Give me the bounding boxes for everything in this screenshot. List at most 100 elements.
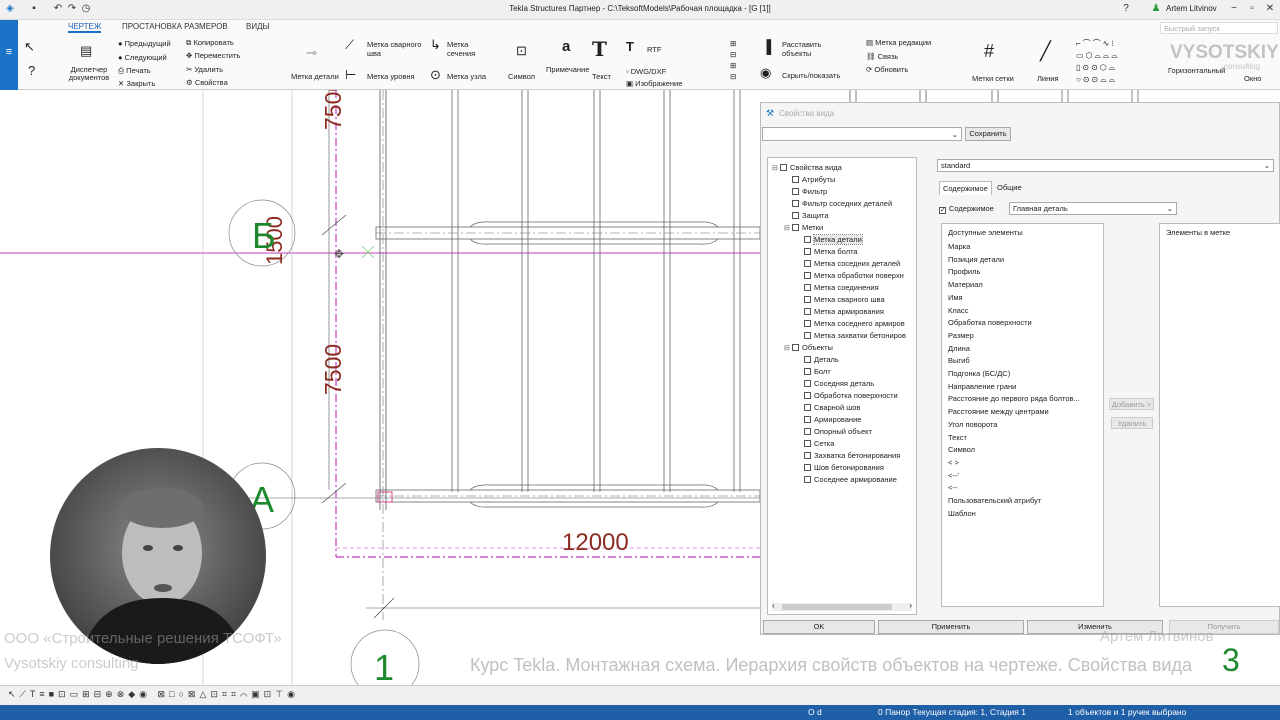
window-button[interactable]: Окно: [1244, 74, 1261, 83]
remove-button[interactable]: Удалить: [1111, 417, 1153, 429]
available-item[interactable]: Шаблон: [948, 509, 976, 518]
tree-item[interactable]: Метка соседнего армиров: [796, 318, 905, 329]
snap-tools[interactable]: ↖⟋T≡■⊡▭⊞⊟⊕⊗◆◉ ⊠□○⊠△⊡⌗⌗⌒▣⊡⊤◉: [8, 689, 299, 700]
scroll-left-icon[interactable]: ‹: [772, 601, 775, 610]
available-item[interactable]: Обработка поверхности: [948, 318, 1032, 327]
tree-checkbox[interactable]: [792, 344, 799, 351]
settings-dropdown[interactable]: ⌄: [762, 127, 962, 141]
tree-item[interactable]: Соседняя деталь: [796, 378, 874, 389]
tree-checkbox[interactable]: [804, 308, 811, 315]
user-name[interactable]: Artem Litvinov: [1166, 4, 1217, 13]
available-item[interactable]: Размер: [948, 331, 974, 340]
tree-checkbox[interactable]: [792, 224, 799, 231]
tree-expander-icon[interactable]: ⊟: [784, 223, 792, 234]
hide-show-button[interactable]: Скрыть/показать: [782, 71, 840, 80]
tree-item[interactable]: Сетка: [796, 438, 834, 449]
content-checkbox[interactable]: Содержимое: [939, 204, 994, 214]
tree-expander-icon[interactable]: ⊟: [772, 163, 780, 174]
tree-item[interactable]: ⊟ Метки: [784, 222, 823, 234]
tree-checkbox[interactable]: [804, 392, 811, 399]
level-mark-button[interactable]: Метка уровня: [367, 72, 415, 81]
available-item[interactable]: < >: [948, 458, 959, 467]
close-icon[interactable]: ✕: [1264, 3, 1276, 15]
tree-checkbox[interactable]: [804, 236, 811, 243]
line-button[interactable]: Линия: [1037, 74, 1059, 83]
tree-checkbox[interactable]: [804, 476, 811, 483]
image-button[interactable]: ▣ Изображение: [626, 79, 682, 88]
tree-item[interactable]: Обработка поверхности: [796, 390, 898, 401]
app-menu-button[interactable]: ≡: [0, 20, 18, 90]
add-button[interactable]: Добавить >: [1109, 398, 1154, 410]
tree-checkbox[interactable]: [804, 284, 811, 291]
tree-checkbox[interactable]: [792, 212, 799, 219]
tree-checkbox[interactable]: [804, 272, 811, 279]
tree-checkbox[interactable]: [804, 368, 811, 375]
available-item[interactable]: Класс: [948, 306, 968, 315]
available-item[interactable]: Материал: [948, 280, 983, 289]
tree-item[interactable]: Фильтр соседних деталей: [784, 198, 892, 209]
quick-launch-input[interactable]: Быстрый запуск: [1160, 22, 1278, 34]
available-item[interactable]: Выгиб: [948, 356, 970, 365]
tree-item[interactable]: Атрибуты: [784, 174, 835, 185]
close-drawing-button[interactable]: ✕ Закрыть: [118, 79, 155, 88]
tab-content[interactable]: Содержимое: [939, 181, 992, 195]
available-item[interactable]: <--: [948, 483, 957, 492]
content-dropdown[interactable]: Главная деталь ⌄: [1009, 202, 1177, 215]
tree-item[interactable]: ⊟ Объекты: [784, 342, 833, 354]
tree-item[interactable]: Опорный объект: [796, 426, 872, 437]
available-item[interactable]: Символ: [948, 445, 975, 454]
available-item[interactable]: Длина: [948, 344, 970, 353]
scroll-thumb[interactable]: [782, 604, 892, 610]
shape-tools[interactable]: ⌐⌒⌒∿⁝ ▭⬡⌓⌓⌓ ▯⊙⊙⬡⌓ ○⊙⊙⌓⌓: [1076, 38, 1120, 86]
tree-item[interactable]: Фильтр: [784, 186, 827, 197]
available-item[interactable]: Марка: [948, 242, 970, 251]
part-mark-button[interactable]: Метка детали: [291, 72, 339, 81]
available-item[interactable]: <--': [948, 471, 959, 480]
tree-item[interactable]: Захватка бетонирования: [796, 450, 900, 461]
tree-checkbox[interactable]: [804, 452, 811, 459]
section-mark-button[interactable]: Метка сечения: [447, 40, 487, 58]
tree-checkbox[interactable]: [804, 404, 811, 411]
available-item[interactable]: Расстояние между центрами: [948, 407, 1049, 416]
rtf-button[interactable]: RTF: [647, 45, 661, 54]
maximize-icon[interactable]: ▫: [1246, 3, 1258, 15]
grid-marks-button[interactable]: Метки сетки: [972, 74, 1014, 83]
available-item[interactable]: Позиция детали: [948, 255, 1004, 264]
text-button[interactable]: Текст: [592, 72, 611, 81]
print-button[interactable]: ⎙ Печать: [118, 66, 151, 76]
revision-mark-button[interactable]: ▤ Метка редакции: [866, 38, 931, 47]
available-item[interactable]: Подгонка (БС/ДС): [948, 369, 1010, 378]
scroll-right-icon[interactable]: ›: [909, 601, 912, 610]
next-button[interactable]: ● Следующий: [118, 53, 167, 62]
available-item[interactable]: Угол поворота: [948, 420, 997, 429]
available-item[interactable]: Расстояние до первого ряда болтов...: [948, 394, 1080, 403]
help-pointer-icon[interactable]: ?: [28, 64, 35, 78]
preset-dropdown[interactable]: standard ⌄: [937, 159, 1274, 172]
doc-manager-button[interactable]: Диспетчер документов: [66, 66, 112, 82]
tree-item[interactable]: Метка болта: [796, 246, 858, 257]
tree-item[interactable]: Болт: [796, 366, 831, 377]
tab-drawing[interactable]: ЧЕРТЕЖ: [68, 22, 102, 33]
tree-checkbox[interactable]: [792, 188, 799, 195]
tree-checkbox[interactable]: [804, 380, 811, 387]
apply-button[interactable]: Применить: [878, 620, 1024, 634]
ok-button[interactable]: OK: [763, 620, 875, 634]
tree-checkbox[interactable]: [804, 440, 811, 447]
tree-item[interactable]: Метка соседних деталей: [796, 258, 900, 269]
weld-mark-button[interactable]: Метка сварного шва: [367, 40, 427, 58]
help-icon[interactable]: ?: [1120, 3, 1132, 15]
tree-item[interactable]: Метка захватки бетониров: [796, 330, 906, 341]
delete-button[interactable]: ✂ Удалить: [186, 65, 223, 74]
tree-item[interactable]: Защита: [784, 210, 829, 221]
tree-checkbox[interactable]: [804, 296, 811, 303]
available-item[interactable]: Направление грани: [948, 382, 1016, 391]
tree-checkbox[interactable]: [804, 428, 811, 435]
tree-item[interactable]: Деталь: [796, 354, 839, 365]
tree-checkbox[interactable]: [804, 248, 811, 255]
align-icons[interactable]: ⊞ ⊟ ⊞ ⊟: [730, 38, 736, 82]
refresh-button[interactable]: ⟳ Обновить: [866, 65, 908, 74]
tree-item[interactable]: Сварной шов: [796, 402, 860, 413]
tree-item[interactable]: Шов бетонирования: [796, 462, 884, 473]
tree-expander-icon[interactable]: ⊟: [784, 343, 792, 354]
tree-item[interactable]: Армирование: [796, 414, 861, 425]
